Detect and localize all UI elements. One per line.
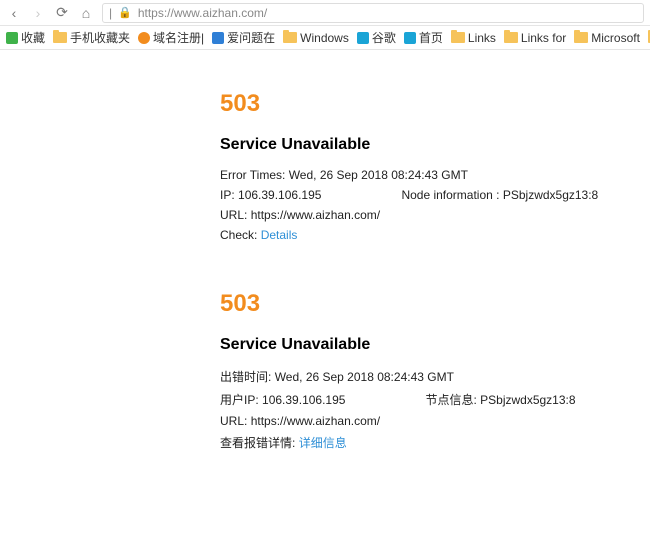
site-icon bbox=[404, 32, 416, 44]
bookmark-label: Links bbox=[468, 31, 496, 45]
bookmark-item[interactable]: 收藏 bbox=[6, 29, 45, 46]
bookmark-item[interactable]: Microsoft bbox=[574, 31, 640, 45]
error-url-row: URL: https://www.aizhan.com/ bbox=[220, 208, 650, 222]
bookmark-label: 域名注册| bbox=[153, 29, 204, 46]
error-ip-node-row: IP: 106.39.106.195 Node information : PS… bbox=[220, 188, 650, 202]
node-label: Node information : bbox=[401, 188, 499, 202]
bookmark-item[interactable]: 谷歌 bbox=[357, 29, 396, 46]
globe-icon bbox=[138, 32, 150, 44]
node-value: PSbjzwdx5gz13:8 bbox=[503, 188, 598, 202]
home-button[interactable]: ⌂ bbox=[78, 5, 94, 21]
bookmark-item[interactable]: Links for bbox=[504, 31, 566, 45]
star-icon bbox=[6, 32, 18, 44]
bookmark-item[interactable]: 首页 bbox=[404, 29, 443, 46]
ip-value: 106.39.106.195 bbox=[238, 188, 321, 202]
bookmark-label: 首页 bbox=[419, 29, 443, 46]
bookmark-label: Microsoft bbox=[591, 31, 640, 45]
site-icon bbox=[357, 32, 369, 44]
bookmarks-bar: 收藏 手机收藏夹 域名注册| 爱问题在 Windows 谷歌 首页 Links … bbox=[0, 26, 650, 50]
url-text: https://www.aizhan.com/ bbox=[138, 6, 267, 20]
browser-toolbar: ‹ › ⟳ ⌂ | 🔒 https://www.aizhan.com/ bbox=[0, 0, 650, 26]
error-check-row: 查看报错详情: 详细信息 bbox=[220, 434, 650, 451]
error-time-label: 出错时间: bbox=[220, 370, 271, 384]
bookmark-item[interactable]: 爱问题在 bbox=[212, 29, 275, 46]
ip-label: 用户IP: bbox=[220, 393, 259, 407]
error-time-value: Wed, 26 Sep 2018 08:24:43 GMT bbox=[275, 370, 454, 384]
ip-value: 106.39.106.195 bbox=[262, 393, 345, 407]
url-value: https://www.aizhan.com/ bbox=[251, 414, 380, 428]
bookmark-item[interactable]: 手机收藏夹 bbox=[53, 29, 130, 46]
check-label: Check: bbox=[220, 228, 257, 242]
error-heading: Service Unavailable bbox=[220, 136, 650, 154]
site-icon bbox=[212, 32, 224, 44]
ip-label: IP: bbox=[220, 188, 235, 202]
url-separator-icon: | bbox=[109, 6, 112, 20]
node-label: 节点信息: bbox=[425, 393, 476, 407]
url-value: https://www.aizhan.com/ bbox=[251, 208, 380, 222]
folder-icon bbox=[53, 32, 67, 43]
error-time-row: 出错时间: Wed, 26 Sep 2018 08:24:43 GMT bbox=[220, 368, 650, 385]
error-ip: IP: 106.39.106.195 bbox=[220, 188, 321, 202]
bookmark-label: 爱问题在 bbox=[227, 29, 275, 46]
bookmark-label: 手机收藏夹 bbox=[70, 29, 130, 46]
reload-button[interactable]: ⟳ bbox=[54, 5, 70, 21]
error-time-value: Wed, 26 Sep 2018 08:24:43 GMT bbox=[289, 168, 468, 182]
url-label: URL: bbox=[220, 414, 247, 428]
bookmark-item[interactable]: 域名注册| bbox=[138, 29, 204, 46]
bookmark-item[interactable]: Windows bbox=[283, 31, 349, 45]
error-ip-node-row: 用户IP: 106.39.106.195 节点信息: PSbjzwdx5gz13… bbox=[220, 391, 650, 408]
error-ip: 用户IP: 106.39.106.195 bbox=[220, 391, 345, 408]
back-button[interactable]: ‹ bbox=[6, 5, 22, 21]
error-block-en: 503 Service Unavailable Error Times: Wed… bbox=[220, 90, 650, 242]
forward-button[interactable]: › bbox=[30, 5, 46, 21]
error-node: 节点信息: PSbjzwdx5gz13:8 bbox=[425, 391, 575, 408]
error-check-row: Check: Details bbox=[220, 228, 650, 242]
folder-icon bbox=[504, 32, 518, 43]
address-bar[interactable]: | 🔒 https://www.aizhan.com/ bbox=[102, 3, 644, 23]
page-content: 503 Service Unavailable Error Times: Wed… bbox=[0, 50, 650, 451]
folder-icon bbox=[574, 32, 588, 43]
bookmark-label: Windows bbox=[300, 31, 349, 45]
lock-icon: 🔒 bbox=[118, 6, 132, 19]
error-heading: Service Unavailable bbox=[220, 336, 650, 354]
check-label: 查看报错详情: bbox=[220, 436, 295, 450]
folder-icon bbox=[283, 32, 297, 43]
error-code: 503 bbox=[220, 90, 650, 118]
bookmark-label: 收藏 bbox=[21, 29, 45, 46]
error-block-zh: 503 Service Unavailable 出错时间: Wed, 26 Se… bbox=[220, 290, 650, 451]
node-value: PSbjzwdx5gz13:8 bbox=[480, 393, 575, 407]
error-node: Node information : PSbjzwdx5gz13:8 bbox=[401, 188, 598, 202]
error-url-row: URL: https://www.aizhan.com/ bbox=[220, 414, 650, 428]
error-time-row: Error Times: Wed, 26 Sep 2018 08:24:43 G… bbox=[220, 168, 650, 182]
error-time-label: Error Times: bbox=[220, 168, 285, 182]
bookmark-item[interactable]: Links bbox=[451, 31, 496, 45]
bookmark-label: 谷歌 bbox=[372, 29, 396, 46]
error-code: 503 bbox=[220, 290, 650, 318]
details-link[interactable]: 详细信息 bbox=[299, 436, 347, 450]
url-label: URL: bbox=[220, 208, 247, 222]
bookmark-label: Links for bbox=[521, 31, 566, 45]
folder-icon bbox=[451, 32, 465, 43]
details-link[interactable]: Details bbox=[261, 228, 298, 242]
